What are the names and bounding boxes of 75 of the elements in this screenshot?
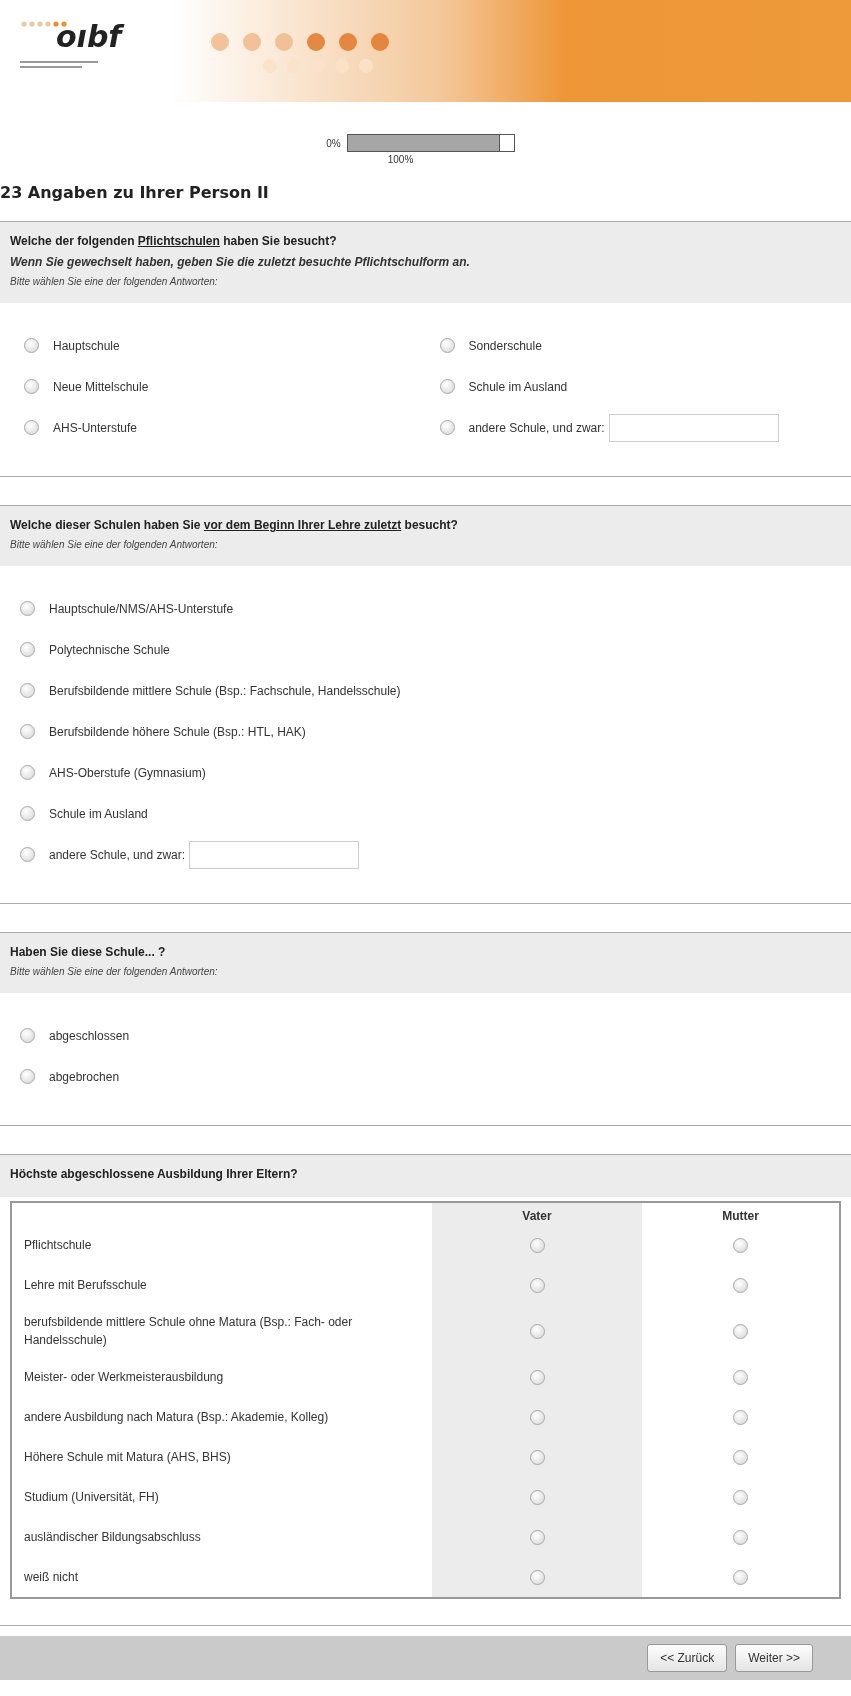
radio-button[interactable] bbox=[439, 420, 455, 435]
radio-button[interactable] bbox=[20, 724, 35, 739]
option-label: andere Schule, und zwar: bbox=[49, 846, 186, 864]
radio-button[interactable] bbox=[529, 1529, 545, 1545]
radio-button[interactable] bbox=[529, 1323, 545, 1339]
nav-button[interactable]: << Zurück bbox=[647, 1644, 728, 1672]
answer-hint: Bitte wählen Sie eine der folgenden Antworten: bbox=[10, 538, 219, 552]
option-label: Schule im Ausland bbox=[49, 805, 148, 823]
radio-button[interactable] bbox=[529, 1277, 545, 1293]
answer-hint: Bitte wählen Sie eine der folgenden Antworten: bbox=[10, 275, 219, 289]
radio-button[interactable] bbox=[733, 1529, 748, 1545]
option-label: abgebrochen bbox=[49, 1068, 120, 1086]
column-header: Vater bbox=[522, 1209, 552, 1223]
question-text: Welche dieser Schulen haben Sie vor dem Beginn Ihrer Lehre zuletzt besucht? bbox=[10, 517, 459, 534]
question-text: Welche der folgenden Pflichtschulen haben Sie besucht? bbox=[10, 233, 338, 250]
radio-button[interactable] bbox=[24, 338, 39, 353]
radio-button[interactable] bbox=[20, 1028, 35, 1043]
nav-button[interactable]: Weiter >> bbox=[735, 1644, 813, 1672]
question-text: Höchste abgeschlossene Ausbildung Ihrer Eltern? bbox=[10, 1166, 299, 1183]
radio-button[interactable] bbox=[733, 1449, 748, 1465]
answer-hint: Bitte wählen Sie eine der folgenden Antworten: bbox=[10, 965, 219, 979]
radio-button[interactable] bbox=[733, 1237, 748, 1253]
option-label: Schule im Ausland bbox=[468, 378, 568, 396]
question-text: Haben Sie diese Schule... ? bbox=[10, 944, 167, 961]
radio-button[interactable] bbox=[20, 683, 35, 698]
radio-button[interactable] bbox=[733, 1409, 748, 1425]
option-label: Sonderschule bbox=[468, 337, 542, 355]
radio-button[interactable] bbox=[20, 601, 35, 616]
page-title: 23 Angaben zu Ihrer Person II bbox=[0, 182, 270, 204]
option-label: AHS-Unterstufe bbox=[53, 419, 138, 437]
row-label: Lehre mit Berufsschule bbox=[24, 1277, 147, 1294]
radio-button[interactable] bbox=[20, 1069, 35, 1084]
text-input-field[interactable] bbox=[189, 840, 360, 869]
option-label: abgeschlossen bbox=[49, 1027, 130, 1045]
radio-button[interactable] bbox=[529, 1369, 545, 1385]
text-input-field[interactable] bbox=[608, 413, 779, 442]
row-label: ausländischer Bildungsabschluss bbox=[24, 1529, 201, 1546]
radio-button[interactable] bbox=[20, 765, 35, 780]
row-label: Meister- oder Werkmeisterausbildung bbox=[24, 1369, 224, 1386]
row-label: berufsbildende mittlere Schule ohne Matura (Bsp.: Fach- oder Handelsschule) bbox=[24, 1314, 354, 1349]
option-label: Polytechnische Schule bbox=[49, 641, 170, 659]
radio-button[interactable] bbox=[529, 1237, 545, 1253]
radio-button[interactable] bbox=[529, 1569, 545, 1585]
radio-button[interactable] bbox=[20, 806, 35, 821]
radio-button[interactable] bbox=[733, 1489, 748, 1505]
radio-button[interactable] bbox=[529, 1409, 545, 1425]
row-label: weiß nicht bbox=[24, 1569, 79, 1586]
option-label: Berufsbildende höhere Schule (Bsp.: HTL, HAK) bbox=[49, 723, 306, 741]
radio-button[interactable] bbox=[24, 379, 39, 394]
question-note: Wenn Sie gewechselt haben, geben Sie die zuletzt besuchte Pflichtschulform an. bbox=[10, 254, 471, 271]
column-header: Mutter bbox=[722, 1209, 759, 1223]
radio-button[interactable] bbox=[24, 420, 39, 435]
option-label: Neue Mittelschule bbox=[53, 378, 149, 396]
radio-button[interactable] bbox=[529, 1449, 545, 1465]
option-label: Hauptschule bbox=[53, 337, 120, 355]
option-label: andere Schule, und zwar: bbox=[468, 419, 605, 437]
progress-end-label: 100% bbox=[387, 153, 414, 167]
radio-button[interactable] bbox=[20, 642, 35, 657]
radio-button[interactable] bbox=[439, 379, 455, 394]
option-label: Berufsbildende mittlere Schule (Bsp.: Fachschule, Handelsschule) bbox=[49, 682, 401, 700]
row-label: Studium (Universität, FH) bbox=[24, 1489, 159, 1506]
option-label: Hauptschule/NMS/AHS-Unterstufe bbox=[49, 600, 234, 618]
row-label: Pflichtschule bbox=[24, 1237, 92, 1254]
radio-button[interactable] bbox=[20, 847, 35, 862]
progress-start-label: 0% bbox=[326, 136, 341, 151]
radio-button[interactable] bbox=[439, 338, 455, 353]
option-label: AHS-Oberstufe (Gymnasium) bbox=[49, 764, 206, 782]
radio-button[interactable] bbox=[529, 1489, 545, 1505]
radio-button[interactable] bbox=[733, 1323, 748, 1339]
radio-button[interactable] bbox=[733, 1369, 748, 1385]
radio-button[interactable] bbox=[733, 1569, 748, 1585]
logo-text: oıbf bbox=[56, 22, 170, 52]
row-label: andere Ausbildung nach Matura (Bsp.: Akademie, Kolleg) bbox=[24, 1409, 329, 1426]
row-label: Höhere Schule mit Matura (AHS, BHS) bbox=[24, 1449, 231, 1466]
radio-button[interactable] bbox=[733, 1277, 748, 1293]
